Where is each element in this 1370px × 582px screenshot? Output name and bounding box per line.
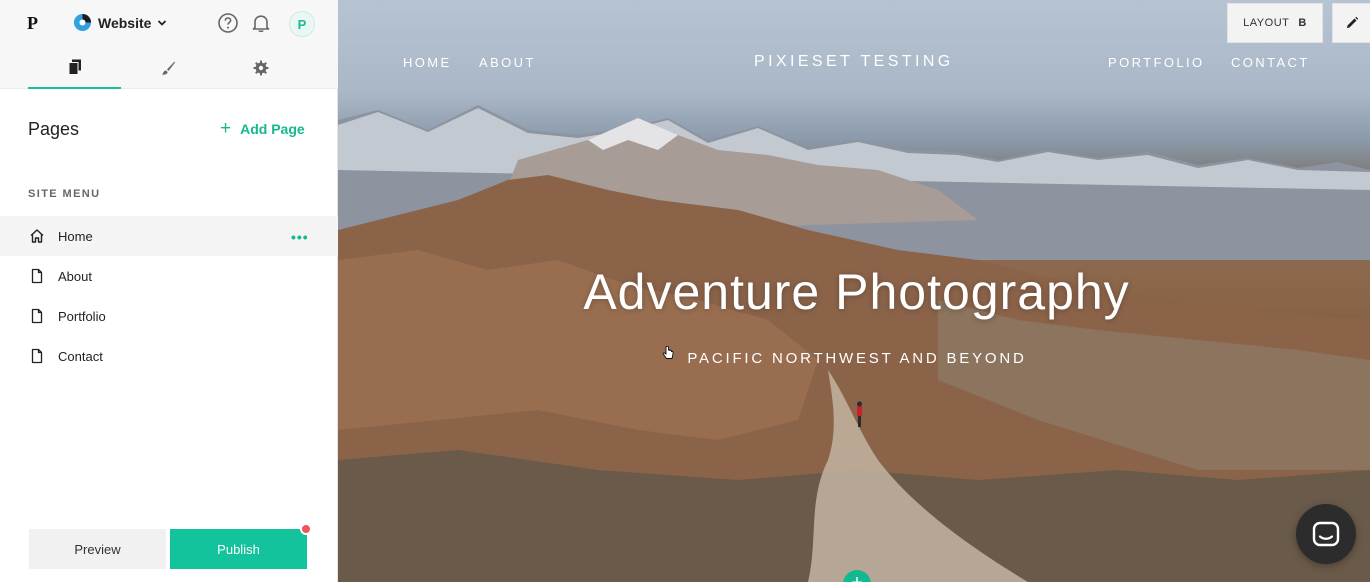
- layout-label: LAYOUT: [1243, 17, 1290, 29]
- pages-icon: [68, 59, 81, 75]
- site-menu-label: SITE MENU: [28, 188, 101, 200]
- nav-link-portfolio[interactable]: PORTFOLIO: [1108, 55, 1204, 70]
- tab-design[interactable]: [121, 47, 214, 89]
- chat-icon: [1312, 521, 1340, 547]
- menu-item-contact[interactable]: Contact: [0, 336, 338, 376]
- plus-icon: +: [220, 118, 232, 139]
- website-icon: [73, 13, 92, 32]
- site-switcher[interactable]: Website: [73, 13, 167, 32]
- edit-button[interactable]: [1332, 3, 1370, 43]
- add-page-label: Add Page: [240, 121, 305, 137]
- brush-icon: [161, 61, 175, 75]
- avatar[interactable]: P: [289, 11, 315, 37]
- pixieset-logo[interactable]: P: [27, 13, 38, 34]
- hero-subtitle: PACIFIC NORTHWEST AND BEYOND: [687, 350, 1027, 367]
- page-icon: [31, 348, 43, 364]
- menu-item-label: About: [58, 268, 92, 284]
- chat-button[interactable]: [1296, 504, 1356, 564]
- nav-link-about[interactable]: ABOUT: [479, 55, 536, 70]
- menu-item-label: Home: [58, 228, 93, 244]
- help-icon[interactable]: [217, 12, 239, 34]
- sidebar: P Website P Pages + Add Page SITE MENU H…: [0, 0, 338, 582]
- add-page-button[interactable]: + Add Page: [220, 118, 305, 139]
- page-icon: [31, 268, 43, 284]
- bell-icon[interactable]: [250, 12, 272, 34]
- more-options-icon[interactable]: •••: [291, 229, 309, 245]
- notification-dot: [300, 523, 312, 535]
- menu-item-about[interactable]: About: [0, 256, 338, 296]
- layout-button[interactable]: LAYOUT B: [1227, 3, 1323, 43]
- chevron-down-icon: [158, 19, 167, 26]
- home-icon: [30, 229, 44, 243]
- pencil-icon: [1347, 16, 1359, 28]
- tab-pages[interactable]: [28, 47, 121, 89]
- nav-link-contact[interactable]: CONTACT: [1231, 55, 1310, 70]
- site-menu: Home ••• About Portfolio Contact: [0, 216, 338, 376]
- sidebar-tabs: [0, 47, 338, 89]
- pages-title: Pages: [28, 119, 80, 139]
- publish-button[interactable]: Publish: [170, 529, 307, 569]
- sidebar-topbar: P Website P: [0, 0, 338, 47]
- hand-cursor-icon: [662, 346, 674, 359]
- page-icon: [31, 308, 43, 324]
- site-name: Website: [98, 14, 152, 31]
- tab-settings[interactable]: [214, 47, 307, 89]
- nav-link-home[interactable]: HOME: [403, 55, 452, 70]
- menu-item-label: Portfolio: [58, 308, 106, 324]
- preview-button[interactable]: Preview: [29, 529, 166, 569]
- menu-item-portfolio[interactable]: Portfolio: [0, 296, 338, 336]
- layout-value: B: [1298, 17, 1307, 29]
- hero-title: Adventure Photography: [583, 264, 1130, 320]
- site-brand[interactable]: PIXIESET TESTING: [754, 53, 954, 71]
- site-preview-hero: HOME ABOUT PIXIESET TESTING PORTFOLIO CO…: [338, 0, 1370, 582]
- menu-item-label: Contact: [58, 348, 103, 364]
- menu-item-home[interactable]: Home •••: [0, 216, 338, 256]
- gear-icon: [253, 60, 268, 76]
